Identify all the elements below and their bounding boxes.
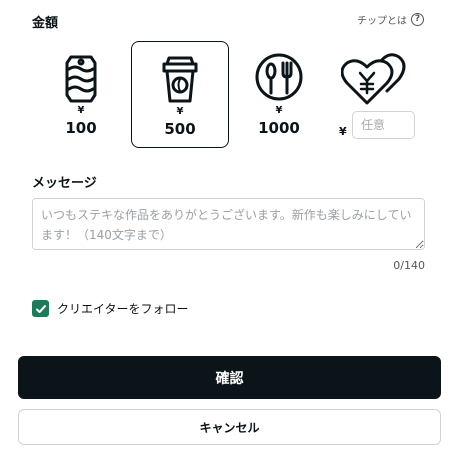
tip-amount: 1000: [258, 119, 300, 137]
currency-symbol: ¥: [77, 105, 85, 116]
char-count: 0/140: [393, 259, 425, 272]
currency-symbol: ¥: [339, 125, 347, 138]
yen-hearts-icon: [341, 53, 406, 105]
tip-help-label: チップとは: [357, 16, 407, 27]
tip-option-1000[interactable]: ¥ 1000: [230, 41, 328, 148]
tip-amount: 500: [164, 120, 196, 138]
tip-option-100[interactable]: ¥ 100: [32, 41, 130, 148]
message-label: メッセージ: [32, 176, 97, 191]
can-icon: [65, 55, 97, 103]
tip-help-link[interactable]: チップとは ?: [357, 12, 424, 27]
amount-label: 金額: [32, 16, 59, 31]
message-textarea[interactable]: [32, 198, 425, 250]
currency-symbol: ¥: [176, 106, 184, 117]
follow-label: クリエイターをフォロー: [57, 302, 189, 316]
tip-amount: 100: [65, 119, 97, 137]
question-icon: ?: [411, 13, 424, 26]
tip-option-custom[interactable]: ¥: [335, 41, 425, 148]
coffee-cup-icon: [162, 56, 198, 103]
cancel-button[interactable]: キャンセル: [18, 409, 441, 445]
follow-checkbox-row[interactable]: クリエイターをフォロー: [32, 300, 189, 317]
follow-checkbox[interactable]: [32, 300, 49, 317]
tip-option-500[interactable]: ¥ 500: [131, 41, 229, 148]
confirm-button[interactable]: 確認: [18, 356, 441, 399]
meal-icon: [255, 53, 303, 101]
currency-symbol: ¥: [275, 105, 283, 116]
check-icon: [35, 304, 46, 313]
custom-amount-input[interactable]: [352, 111, 415, 139]
